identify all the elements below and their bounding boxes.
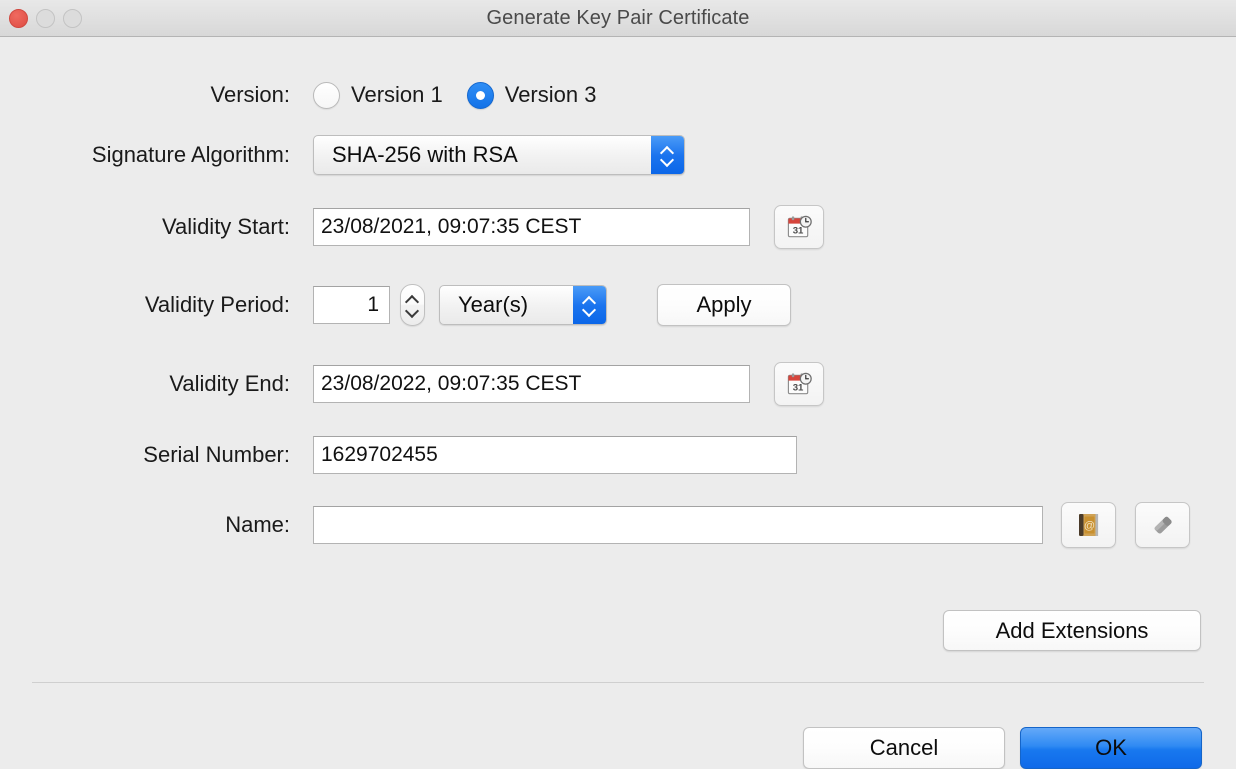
row-signature-algorithm: Signature Algorithm: SHA-256 with RSA <box>0 133 1236 177</box>
signature-algorithm-value: SHA-256 with RSA <box>314 142 518 168</box>
version-radio-group: Version 1 Version 3 <box>313 82 596 109</box>
row-version: Version: Version 1 Version 3 <box>0 73 1236 117</box>
chevron-updown-icon <box>573 286 606 324</box>
svg-text:31: 31 <box>792 382 803 393</box>
close-button[interactable] <box>9 9 28 28</box>
row-name: Name: @ <box>0 503 1236 547</box>
ok-button[interactable]: OK <box>1020 727 1202 769</box>
cancel-button[interactable]: Cancel <box>803 727 1005 769</box>
name-input[interactable] <box>313 506 1043 544</box>
svg-text:31: 31 <box>792 225 803 236</box>
window-titlebar: Generate Key Pair Certificate <box>0 0 1236 37</box>
serial-number-input[interactable]: 1629702455 <box>313 436 797 474</box>
traffic-light-group <box>9 0 82 36</box>
footer-separator <box>32 682 1204 683</box>
radio-label-version-3: Version 3 <box>505 82 597 108</box>
add-extensions-button[interactable]: Add Extensions <box>943 610 1201 651</box>
window-title: Generate Key Pair Certificate <box>0 7 1236 30</box>
validity-end-label: Validity End: <box>0 371 290 397</box>
eraser-icon <box>1148 510 1178 540</box>
serial-number-label: Serial Number: <box>0 442 290 468</box>
radio-indicator-version-1 <box>313 82 340 109</box>
validity-end-calendar-button[interactable]: 31 <box>774 362 824 406</box>
svg-text:@: @ <box>1083 520 1094 532</box>
validity-period-stepper[interactable] <box>400 284 425 326</box>
maximize-button[interactable] <box>63 9 82 28</box>
dialog-content: Version: Version 1 Version 3 Signature A… <box>0 37 1236 761</box>
row-validity-start: Validity Start: 23/08/2021, 09:07:35 CES… <box>0 205 1236 249</box>
validity-start-label: Validity Start: <box>0 214 290 240</box>
validity-period-unit-select[interactable]: Year(s) <box>439 285 607 325</box>
signature-algorithm-select[interactable]: SHA-256 with RSA <box>313 135 685 175</box>
radio-label-version-1: Version 1 <box>351 82 443 108</box>
signature-algorithm-label: Signature Algorithm: <box>0 142 290 168</box>
name-address-book-button[interactable]: @ <box>1061 502 1116 548</box>
name-label: Name: <box>0 512 290 538</box>
name-clear-button[interactable] <box>1135 502 1190 548</box>
validity-end-input[interactable]: 23/08/2022, 09:07:35 CEST <box>313 365 750 403</box>
radio-option-version-1[interactable]: Version 1 <box>313 82 443 109</box>
validity-period-unit-value: Year(s) <box>440 292 528 318</box>
row-validity-end: Validity End: 23/08/2022, 09:07:35 CEST … <box>0 362 1236 406</box>
radio-indicator-version-3 <box>467 82 494 109</box>
validity-start-input[interactable]: 23/08/2021, 09:07:35 CEST <box>313 208 750 246</box>
radio-option-version-3[interactable]: Version 3 <box>467 82 597 109</box>
validity-period-amount-input[interactable]: 1 <box>313 286 390 324</box>
address-book-icon: @ <box>1074 510 1104 540</box>
row-serial-number: Serial Number: 1629702455 <box>0 433 1236 477</box>
calendar-icon: 31 <box>786 371 813 398</box>
calendar-icon: 31 <box>786 214 813 241</box>
minimize-button[interactable] <box>36 9 55 28</box>
row-validity-period: Validity Period: 1 Year(s) Apply <box>0 283 1236 327</box>
validity-start-calendar-button[interactable]: 31 <box>774 205 824 249</box>
chevron-updown-icon <box>651 136 684 174</box>
apply-button[interactable]: Apply <box>657 284 791 326</box>
version-label: Version: <box>0 82 290 108</box>
validity-period-label: Validity Period: <box>0 292 290 318</box>
